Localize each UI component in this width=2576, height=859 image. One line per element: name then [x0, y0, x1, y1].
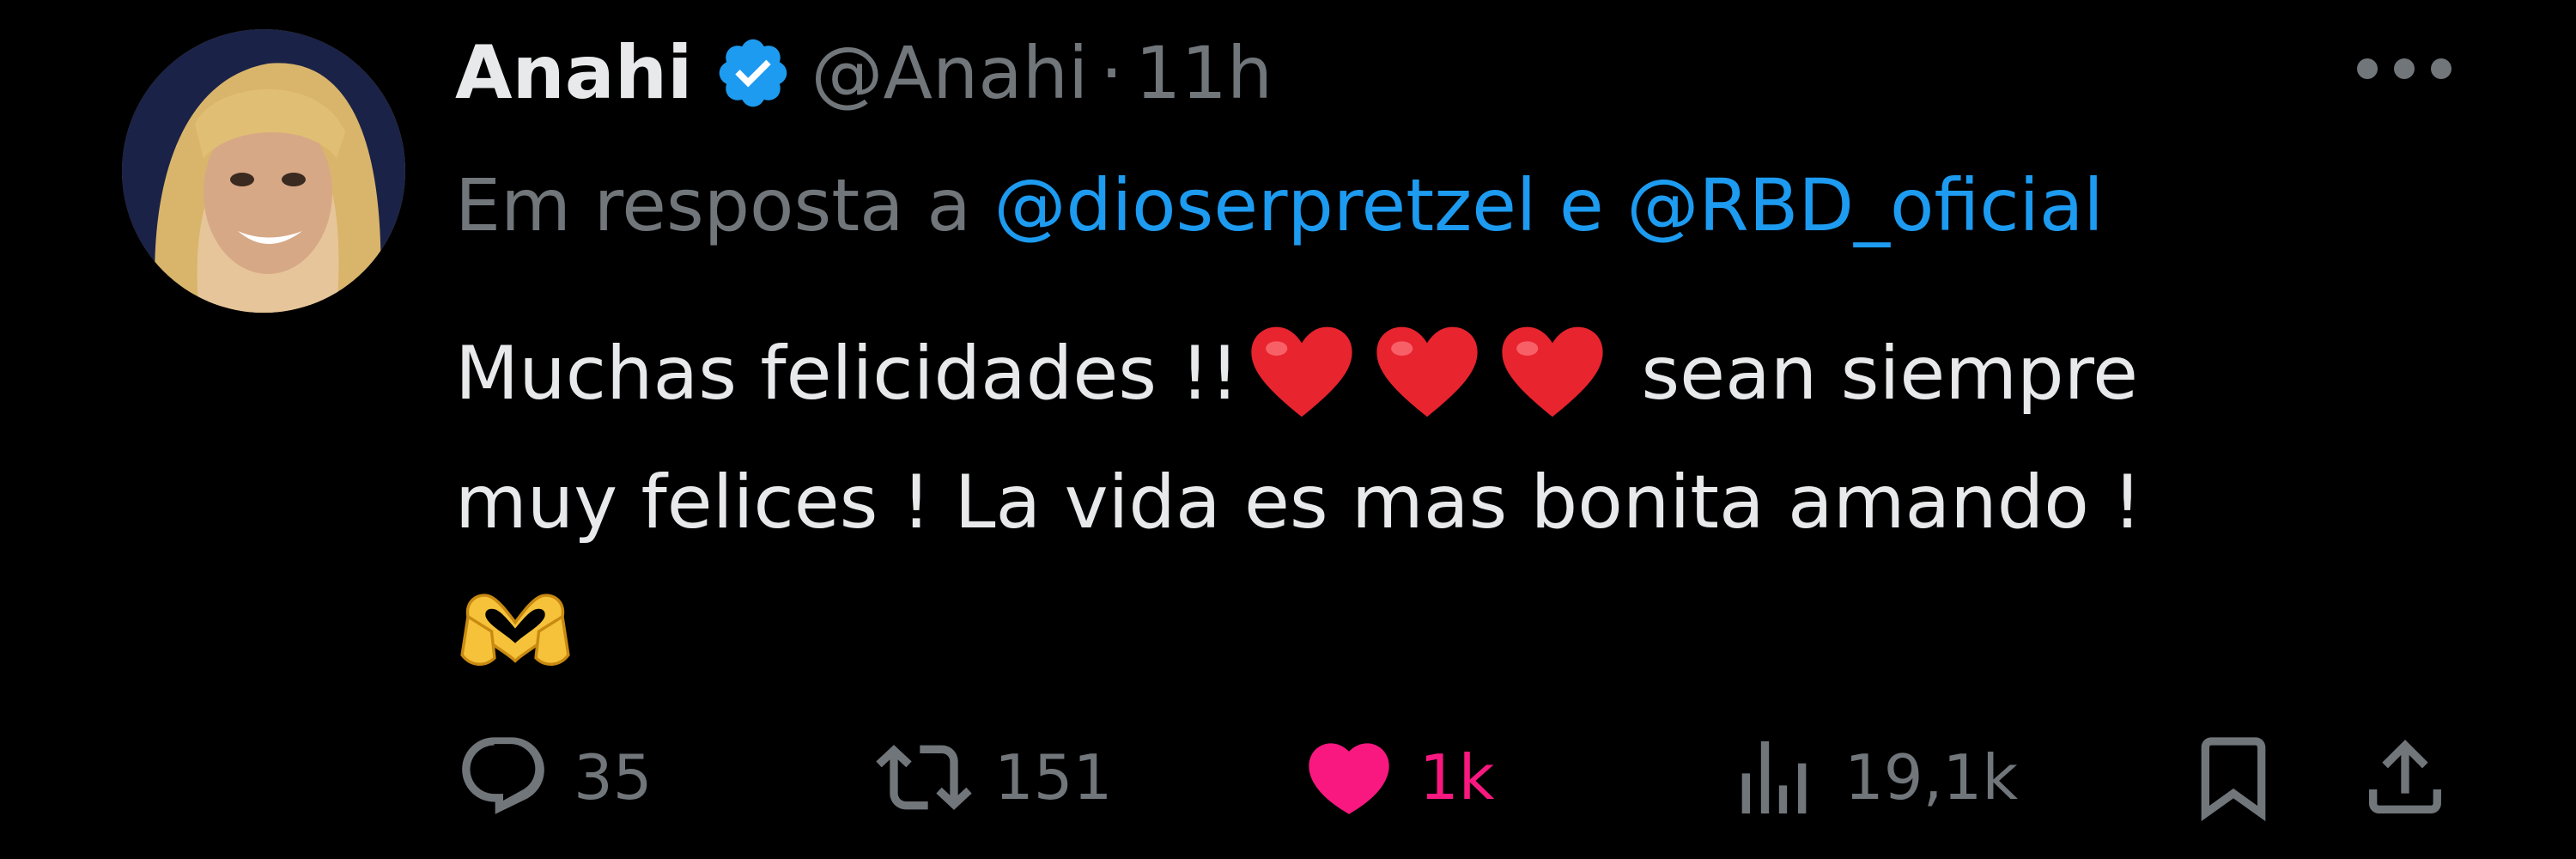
- like-button[interactable]: 1k: [1301, 722, 1495, 833]
- reply-count: 35: [574, 741, 653, 813]
- author-handle[interactable]: @Anahi: [811, 31, 1089, 115]
- views-chart-icon: [1741, 741, 1807, 813]
- timestamp[interactable]: 11h: [1135, 31, 1273, 115]
- retweet-button[interactable]: 151: [876, 722, 1112, 833]
- verified-badge-icon[interactable]: [714, 34, 793, 113]
- bookmark-button[interactable]: [2185, 722, 2281, 833]
- avatar[interactable]: [122, 29, 405, 313]
- share-icon: [2369, 740, 2441, 813]
- more-options-icon[interactable]: [2357, 52, 2451, 86]
- retweet-icon: [876, 745, 972, 810]
- red-heart-emoji-icon: [1376, 326, 1478, 417]
- heart-hands-emoji-icon: [460, 594, 570, 666]
- tweet-line-3: [455, 567, 2430, 696]
- tweet-line-1: Muchas felicidades !! sean siempre: [455, 309, 2430, 438]
- share-button[interactable]: [2357, 722, 2453, 833]
- author-name[interactable]: Anahi: [455, 30, 693, 116]
- views-count: 19,1k: [1844, 741, 2019, 813]
- reply-icon: [462, 737, 544, 814]
- separator-dot: ·: [1100, 31, 1123, 115]
- tweet-text-part-2: sean siempre: [1641, 331, 2138, 417]
- reply-context: Em resposta a @dioserpretzel e @RBD_ofic…: [455, 163, 2104, 247]
- tweet-line-2: muy felices ! La vida es mas bonita aman…: [455, 438, 2430, 567]
- retweet-count: 151: [994, 741, 1113, 813]
- action-bar: 35 151 1k 19,1k: [455, 722, 2456, 833]
- tweet-text-part-3: muy felices ! La vida es mas bonita aman…: [455, 460, 2142, 545]
- mention-link-2[interactable]: @RBD_oficial: [1626, 163, 2103, 247]
- tweet-text-part-1: Muchas felicidades !!: [455, 331, 1240, 417]
- reply-prefix: Em resposta a: [455, 163, 971, 247]
- views-button[interactable]: 19,1k: [1726, 722, 2018, 833]
- reply-conjunction: e: [1558, 163, 1604, 247]
- avatar-image: [122, 29, 405, 313]
- reply-button[interactable]: 35: [455, 722, 653, 833]
- red-heart-emoji-icon: [1251, 326, 1352, 417]
- tweet-text: Muchas felicidades !! sean siempre muy f…: [455, 309, 2430, 696]
- mention-link-1[interactable]: @dioserpretzel: [994, 163, 1537, 247]
- tweet-header: Anahi @Anahi · 11h: [455, 26, 1273, 120]
- heart-icon: [1309, 743, 1389, 814]
- like-count: 1k: [1419, 741, 1495, 813]
- bookmark-icon: [2201, 737, 2266, 822]
- red-heart-emoji-icon: [1502, 326, 1603, 417]
